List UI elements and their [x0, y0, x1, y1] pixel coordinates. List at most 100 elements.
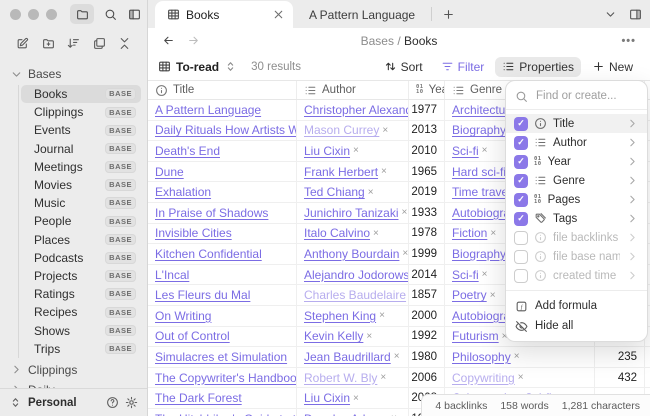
author-link[interactable]: Mason Currey — [304, 123, 379, 137]
author-link[interactable]: Douglas Adams — [304, 412, 388, 416]
menu-item-file-base-name[interactable]: file base name — [506, 247, 647, 266]
remove-tag-icon[interactable]: × — [490, 228, 496, 239]
remove-tag-icon[interactable]: × — [366, 331, 372, 342]
author-link[interactable]: Alejandro Jodorowsky — [304, 268, 409, 282]
sidebar-item-clippings[interactable]: ClippingsBASE — [21, 103, 141, 121]
title-link[interactable]: Simulacres et Simulation — [155, 350, 287, 364]
checkbox-checked[interactable]: ✓ — [514, 136, 528, 150]
checkbox-checked[interactable]: ✓ — [514, 117, 528, 131]
sidebar-item-shows[interactable]: ShowsBASE — [21, 321, 141, 339]
breadcrumb-parent[interactable]: Bases — [361, 34, 394, 48]
new-button[interactable]: New — [585, 57, 640, 77]
column-header-author[interactable]: Author — [297, 81, 409, 99]
checkbox-checked[interactable]: ✓ — [514, 212, 528, 226]
title-link[interactable]: Invisible Cities — [155, 226, 232, 240]
folder-daily[interactable]: Daily — [6, 380, 141, 388]
tab-close-icon[interactable] — [272, 8, 285, 21]
remove-tag-icon[interactable]: × — [482, 269, 488, 280]
author-link[interactable]: Stephen King — [304, 309, 376, 323]
new-note-icon[interactable] — [16, 37, 29, 50]
remove-tag-icon[interactable]: × — [490, 290, 496, 301]
author-link[interactable]: Ted Chiang — [304, 185, 365, 199]
title-link[interactable]: L'Incal — [155, 268, 189, 282]
sidebar-item-podcasts[interactable]: PodcastsBASE — [21, 249, 141, 267]
menu-item-tags[interactable]: ✓Tags — [506, 209, 647, 228]
remove-tag-icon[interactable]: × — [353, 393, 359, 404]
traffic-light-close[interactable] — [10, 9, 21, 20]
sidebar-item-people[interactable]: PeopleBASE — [21, 212, 141, 230]
new-tab-button[interactable] — [432, 1, 465, 28]
collapse-all-icon[interactable] — [118, 37, 131, 50]
author-link[interactable]: Anthony Bourdain — [304, 247, 399, 261]
more-options-icon[interactable]: ••• — [621, 35, 636, 47]
backlinks-count[interactable]: 4 backlinks — [435, 400, 487, 412]
title-link[interactable]: The Copywriter's Handbook — [155, 371, 297, 385]
folder-bases[interactable]: Bases — [6, 64, 141, 84]
sidebar-item-trips[interactable]: TripsBASE — [21, 340, 141, 358]
remove-tag-icon[interactable]: × — [353, 145, 359, 156]
menu-item-genre[interactable]: ✓Genre — [506, 171, 647, 190]
checkbox-checked[interactable]: ✓ — [514, 193, 528, 207]
search-icon[interactable] — [98, 4, 122, 24]
vault-folder-icon[interactable] — [70, 4, 94, 24]
add-formula-item[interactable]: f Add formula — [506, 296, 647, 316]
remove-tag-icon[interactable]: × — [482, 145, 488, 156]
genre-link[interactable]: Sci-fi — [452, 268, 479, 282]
traffic-light-minimize[interactable] — [28, 9, 39, 20]
title-link[interactable]: On Writing — [155, 309, 211, 323]
table-row[interactable]: The Copywriter's HandbookRobert W. Bly×2… — [148, 368, 650, 389]
title-link[interactable]: A Pattern Language — [155, 103, 261, 117]
sidebar-item-recipes[interactable]: RecipesBASE — [21, 303, 141, 321]
title-link[interactable]: Out of Control — [155, 329, 230, 343]
title-link[interactable]: In Praise of Shadows — [155, 206, 268, 220]
remove-tag-icon[interactable]: × — [514, 351, 520, 362]
title-link[interactable]: The Dark Forest — [155, 391, 242, 405]
genre-link[interactable]: Fiction — [452, 226, 487, 240]
sidebar-item-journal[interactable]: JournalBASE — [21, 140, 141, 158]
remove-tag-icon[interactable]: × — [402, 207, 408, 218]
properties-button[interactable]: Properties — [495, 57, 581, 77]
author-link[interactable]: Italo Calvino — [304, 226, 370, 240]
view-selector[interactable]: To-read — [158, 60, 237, 74]
sort-order-icon[interactable] — [67, 37, 80, 50]
remove-tag-icon[interactable]: × — [402, 248, 408, 259]
tab-a-pattern-language[interactable]: A Pattern Language — [293, 1, 431, 28]
remove-tag-icon[interactable]: × — [380, 372, 386, 383]
genre-link[interactable]: Biography — [452, 247, 506, 261]
remove-tag-icon[interactable]: × — [379, 310, 385, 321]
author-link[interactable]: Christopher Alexander — [304, 103, 409, 117]
filter-button[interactable]: Filter — [434, 57, 492, 77]
remove-tag-icon[interactable]: × — [394, 351, 400, 362]
title-link[interactable]: Les Fleurs du Mal — [155, 288, 250, 302]
tab-list-chevron-icon[interactable] — [604, 8, 617, 21]
checkbox-unchecked[interactable] — [514, 269, 528, 283]
sidebar-item-books[interactable]: BooksBASE — [21, 85, 141, 103]
remove-tag-icon[interactable]: × — [381, 166, 387, 177]
sidebar-item-meetings[interactable]: MeetingsBASE — [21, 158, 141, 176]
genre-link[interactable]: Sci-fi — [452, 144, 479, 158]
menu-item-author[interactable]: ✓Author — [506, 133, 647, 152]
tab-books[interactable]: Books — [155, 1, 293, 28]
hide-all-item[interactable]: Hide all — [506, 316, 647, 336]
remove-tag-icon[interactable]: × — [382, 125, 388, 136]
menu-item-year[interactable]: ✓0110Year — [506, 152, 647, 171]
genre-link[interactable]: Copywriting — [452, 371, 515, 385]
menu-item-file-backlinks[interactable]: file backlinks — [506, 228, 647, 247]
left-sidebar-toggle-icon[interactable] — [122, 4, 146, 24]
card-layout-icon[interactable] — [93, 37, 106, 50]
author-link[interactable]: Liu Cixin — [304, 391, 350, 405]
sidebar-item-places[interactable]: PlacesBASE — [21, 231, 141, 249]
vault-switcher-icon[interactable] — [9, 396, 22, 409]
back-arrow-icon[interactable] — [162, 34, 175, 47]
genre-link[interactable]: Biography — [452, 123, 506, 137]
column-header-year[interactable]: 0110Year — [409, 81, 445, 99]
genre-link[interactable]: Hard sci-fi — [452, 165, 506, 179]
settings-gear-icon[interactable] — [125, 396, 138, 409]
property-search-input[interactable] — [534, 89, 638, 103]
help-icon[interactable] — [106, 396, 119, 409]
author-link[interactable]: Junichiro Tanizaki — [304, 206, 399, 220]
remove-tag-icon[interactable]: × — [518, 372, 524, 383]
title-link[interactable]: Exhalation — [155, 185, 211, 199]
right-sidebar-toggle-icon[interactable] — [629, 8, 642, 21]
table-row[interactable]: Simulacres et SimulationJean Baudrillard… — [148, 347, 650, 368]
